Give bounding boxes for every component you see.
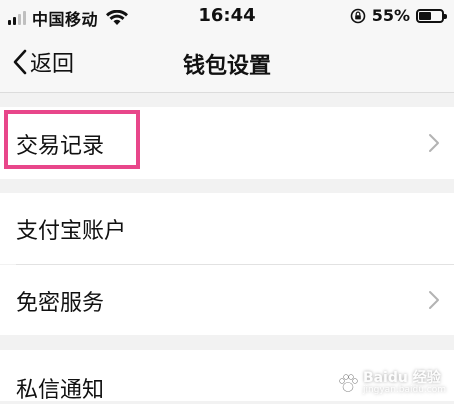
- row-label: 免密服务: [16, 291, 105, 316]
- battery-icon: [416, 8, 447, 23]
- settings-row-password-free-service[interactable]: 免密服务: [0, 265, 454, 335]
- highlight-box: [4, 110, 140, 169]
- baidu-watermark: Baidu 经验 jingyan.baidu.com: [337, 371, 446, 395]
- watermark-text: Baidu 经验 jingyan.baidu.com: [363, 371, 446, 395]
- row-label: 支付宝账户: [16, 219, 127, 244]
- row-label: 私信通知: [16, 378, 105, 403]
- watermark-url: jingyan.baidu.com: [362, 385, 446, 395]
- page-title: 钱包设置: [182, 54, 271, 79]
- chevron-right-icon: [429, 134, 439, 152]
- chevron-right-icon: [429, 291, 439, 309]
- navigation-bar: 返回 钱包设置: [0, 36, 454, 93]
- paw-icon: [339, 374, 358, 392]
- orientation-lock-icon: [350, 8, 366, 23]
- battery-percent: 55%: [371, 6, 410, 25]
- status-bar: 中国移动 16:44 55%: [0, 0, 454, 36]
- watermark-brand: Baidu 经验: [362, 370, 441, 386]
- status-right: 55%: [350, 6, 447, 25]
- settings-row-alipay-account[interactable]: 支付宝账户: [0, 193, 454, 264]
